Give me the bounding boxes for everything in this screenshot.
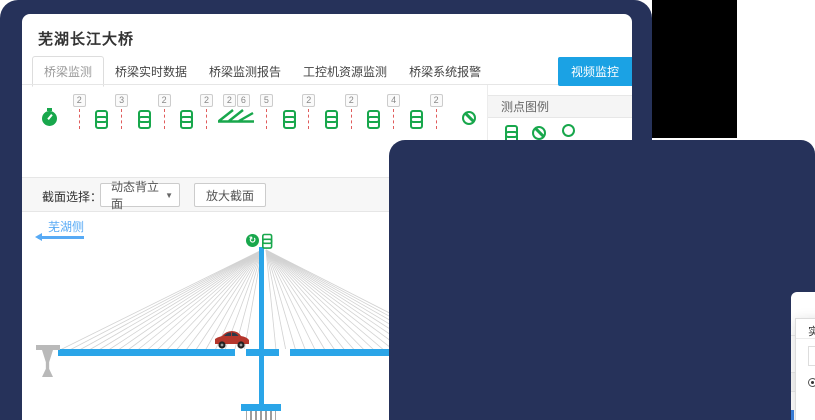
chain-icon[interactable] — [282, 110, 294, 127]
sensor-item-dash: 2 — [153, 94, 174, 129]
stopwatch-icon[interactable] — [42, 111, 57, 126]
sensor-item-chain[interactable] — [404, 94, 425, 127]
scrollbar-thumb[interactable] — [791, 410, 794, 420]
dashed-marker — [436, 109, 437, 129]
sensor-item-dash: 4 — [383, 94, 404, 129]
main-tab-1[interactable]: 桥梁实时数据 — [104, 57, 198, 86]
main-tab-0[interactable]: 桥梁监测 — [32, 56, 104, 87]
recent-two-months-radio[interactable] — [808, 378, 815, 387]
main-tab-bar: 桥梁监测桥梁实时数据桥梁监测报告工控机资源监测桥梁系统报警 — [32, 58, 492, 85]
sensor-item-chain[interactable] — [90, 94, 111, 127]
sensor-item-dash: 2 — [69, 94, 90, 129]
bridge-pier — [36, 345, 60, 381]
section-select-value: 动态背立面 — [111, 178, 165, 212]
composite-screenshot: 芜湖长江大桥 桥梁监测桥梁实时数据桥梁监测报告工控机资源监测桥梁系统报警 视频监… — [0, 0, 815, 420]
chevron-down-icon: ▼ — [165, 191, 173, 200]
dashed-marker — [121, 109, 122, 129]
sensor-count-badge: 2 — [200, 94, 213, 107]
sensor-item-chain[interactable] — [175, 94, 196, 127]
chain-icon[interactable] — [324, 110, 336, 127]
backdrop-black-region — [652, 0, 737, 138]
sensor-count-badge: 3 — [115, 94, 128, 107]
rotate-sensor-icon[interactable]: ↻ — [246, 234, 259, 247]
dialog-title: 实时曲线 — [808, 323, 815, 339]
sensor-item-bridge[interactable]: 26 — [217, 94, 256, 123]
no-entry-icon[interactable] — [462, 111, 476, 125]
dashed-marker — [308, 109, 309, 129]
chain-icon[interactable] — [409, 110, 421, 127]
navy-card-secondary: 测点图例 温度 （9） 对比分析 对比分析 振动测点列表 实时曲线 × 实时曲线… — [389, 140, 815, 420]
sensor-count-badge: 2 — [345, 94, 358, 107]
sensor-item-chain[interactable] — [319, 94, 340, 127]
page-title: 芜湖长江大桥 — [38, 28, 134, 49]
chain-icon[interactable] — [94, 110, 106, 127]
sensor-item-dash: 5 — [256, 94, 277, 129]
car-illustration — [210, 327, 252, 355]
tower-sensor-icons: ↻ — [246, 231, 272, 249]
bridge-side-label: 芜湖侧 — [48, 218, 84, 235]
sensor-count-badge: 2 — [158, 94, 171, 107]
realtime-curve-dialog: 实时曲线 × 实时曲线图监控回放 最近两个月 - 查询 第七跨跨中振动 — [795, 318, 815, 420]
zoom-section-button[interactable]: 放大截面 — [194, 183, 266, 207]
secondary-app-window: 测点图例 温度 （9） 对比分析 对比分析 振动测点列表 实时曲线 × 实时曲线… — [791, 292, 815, 420]
main-tab-2[interactable]: 桥梁监测报告 — [198, 57, 292, 86]
sensor-count-badge: 2 — [73, 94, 86, 107]
dashed-marker — [266, 109, 267, 129]
tower-foundation-cap — [241, 404, 281, 411]
dialog-tab-bar: 实时曲线图监控回放 — [808, 346, 815, 366]
dashed-marker — [351, 109, 352, 129]
sensor-item-dash: 2 — [425, 94, 446, 129]
sensor-item-chain[interactable] — [132, 94, 153, 127]
sensor-item-chain[interactable] — [362, 94, 383, 127]
deck-joint — [279, 349, 290, 356]
dashed-marker — [206, 109, 207, 129]
legend-panel-header: 测点图例 — [488, 95, 632, 118]
no-entry-icon — [532, 126, 546, 140]
sensor-item-dash: 3 — [111, 94, 132, 129]
left-arrow-icon — [38, 236, 84, 239]
sensor-item-dash: 2 — [196, 94, 217, 129]
truss-bridge-icon — [218, 107, 254, 123]
sensor-count-badge: 2 — [302, 94, 315, 107]
vibration-chart: 05001,0001,5002,0002,5002018-09-30 16:01… — [796, 389, 815, 420]
sensor-item-chain[interactable] — [277, 94, 298, 127]
sensor-item-dash: 2 — [341, 94, 362, 129]
tab-underline — [22, 84, 632, 85]
range-radio-row: 最近两个月 — [808, 374, 815, 390]
chain-icon[interactable] — [179, 110, 191, 127]
dashed-marker — [164, 109, 165, 129]
sensor-item-noentry[interactable] — [459, 94, 480, 125]
section-select-dropdown[interactable]: 动态背立面 ▼ — [100, 183, 180, 207]
sensor-count-badge: 2 — [223, 94, 236, 107]
video-monitor-button[interactable]: 视频监控 — [558, 57, 632, 86]
section-select-label: 截面选择： — [42, 188, 102, 205]
sensor-item-dash: 2 — [298, 94, 319, 129]
dashed-marker — [79, 109, 80, 129]
dashed-marker — [393, 109, 394, 129]
chain-icon[interactable] — [137, 110, 149, 127]
main-tab-3[interactable]: 工控机资源监测 — [292, 57, 398, 86]
dialog-tab-0[interactable]: 实时曲线图 — [808, 346, 815, 366]
circle-icon — [562, 124, 575, 137]
sensor-count-badge: 2 — [430, 94, 443, 107]
tower-piles — [246, 411, 276, 420]
sensor-icon-row: 232226 52242 — [30, 94, 480, 129]
bridge-tower — [259, 247, 264, 406]
sensor-count-badge: 5 — [260, 94, 273, 107]
main-tab-4[interactable]: 桥梁系统报警 — [398, 57, 492, 86]
sensor-count-badge: 4 — [387, 94, 400, 107]
sensor-item-stopwatch[interactable] — [30, 94, 69, 126]
dialog-header: 实时曲线 × — [796, 319, 815, 339]
sensor-count-badge: 6 — [237, 94, 250, 107]
chain-icon[interactable] — [261, 234, 271, 248]
chain-icon[interactable] — [366, 110, 378, 127]
